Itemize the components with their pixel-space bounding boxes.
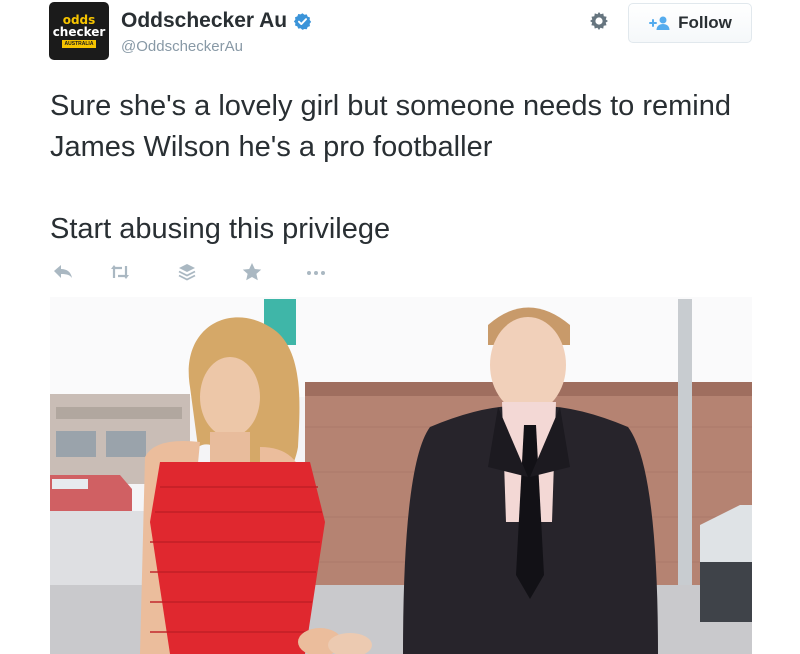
tweet-photo[interactable] [50,297,752,654]
add-user-icon [649,16,670,30]
author-handle[interactable]: @OddscheckerAu [121,38,243,55]
more-icon[interactable] [305,262,327,282]
follow-label: Follow [678,13,732,32]
buffer-icon[interactable] [176,262,198,282]
reply-icon[interactable] [52,262,74,282]
light-pole [678,299,692,629]
avatar-logo-tag: AUSTRALIA [61,40,97,48]
woman-face [200,357,260,437]
verified-badge-icon [293,12,312,30]
tweet-paragraph: Start abusing this privilege [50,213,391,245]
tweet-paragraph: Sure she's a lovely girl but someone nee… [50,90,731,163]
retweet-icon[interactable] [109,262,131,282]
display-name[interactable]: Oddschecker Au [121,9,287,33]
red-dress [150,462,325,654]
author-name-row[interactable]: Oddschecker Au [121,9,312,33]
man-face [490,317,566,413]
avatar[interactable]: odds checker AUSTRALIA [49,2,109,60]
avatar-logo-line2: checker [52,25,106,39]
follow-button[interactable]: Follow [628,3,752,43]
tweet-text: Sure she's a lovely girl but someone nee… [50,86,770,250]
favorite-icon[interactable] [241,262,263,282]
gear-icon[interactable] [586,9,612,35]
